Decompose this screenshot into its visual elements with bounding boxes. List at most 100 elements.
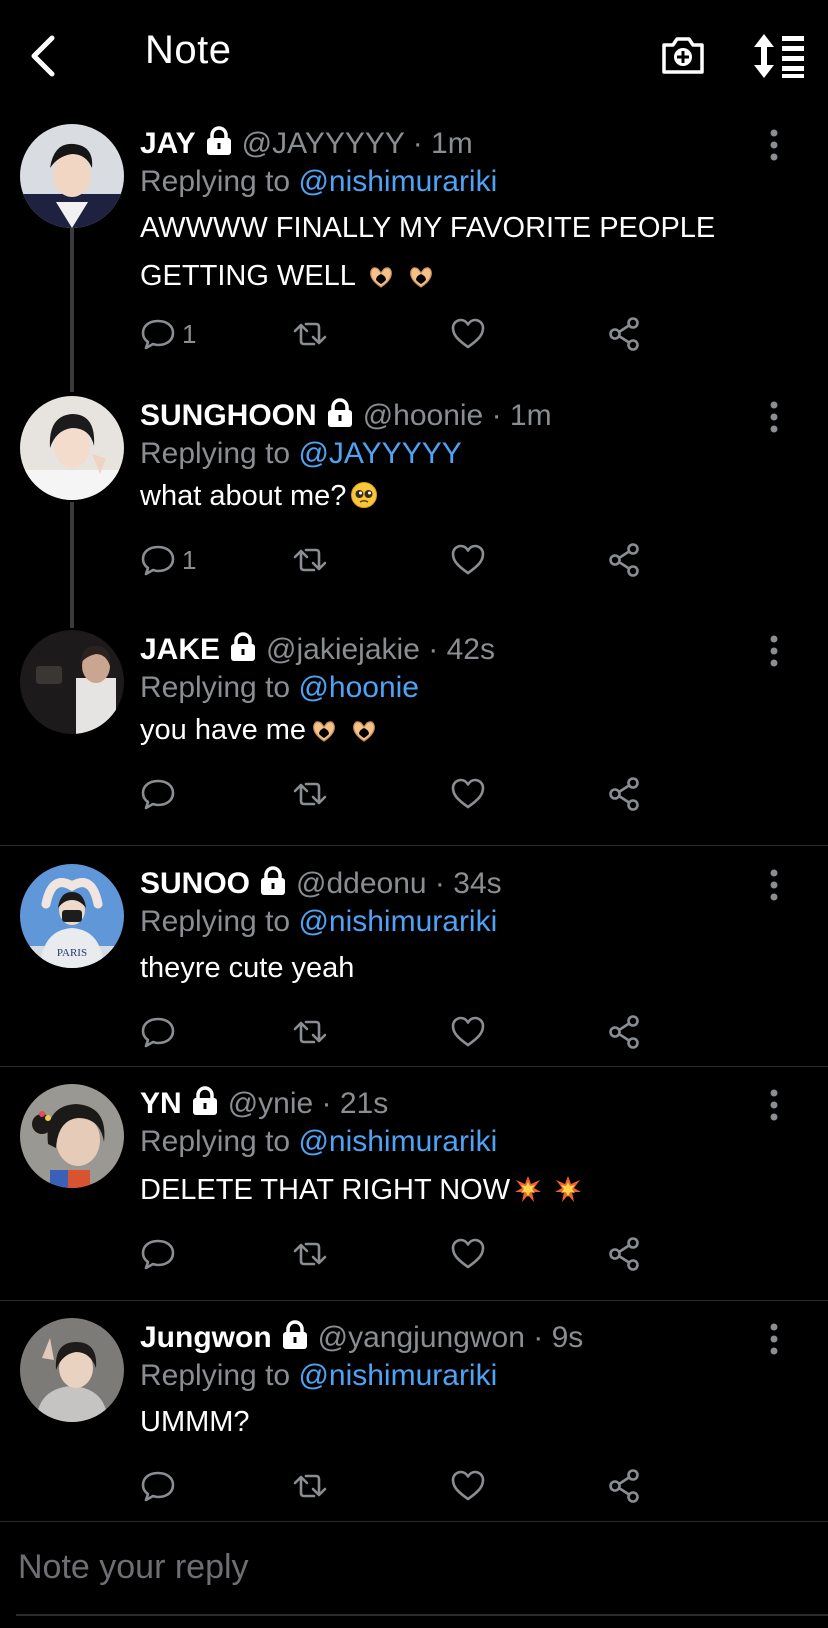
text-line: AWWWW FINALLY MY FAVORITE PEOPLE (140, 212, 716, 244)
more-options-button[interactable] (762, 128, 786, 162)
heart-icon (451, 544, 485, 575)
user-handle[interactable]: @JAYYYYY (242, 127, 405, 160)
retweet-button[interactable] (292, 1012, 328, 1052)
user-handle[interactable]: @yangjungwon (318, 1321, 525, 1354)
user-handle[interactable]: @jakiejakie (266, 633, 420, 666)
reply-button[interactable] (140, 1466, 182, 1506)
reply-post[interactable]: JAY @JAYYYYY · 1m Replying to @nishimurar… (0, 124, 828, 370)
reply-post[interactable]: SUNGHOON @hoonie · 1m Replying to @JAYYYY… (0, 396, 828, 596)
display-name[interactable]: SUNOO (140, 867, 250, 900)
avatar[interactable]: PARIS (20, 864, 124, 968)
reply-input[interactable] (16, 1536, 800, 1598)
lock-icon (190, 1086, 220, 1116)
like-button[interactable] (450, 774, 486, 814)
replying-to: Replying to @nishimurariki (140, 162, 497, 202)
retweet-button[interactable] (292, 774, 328, 814)
post-actions (140, 1234, 680, 1274)
share-button[interactable] (606, 314, 642, 354)
display-name[interactable]: YN (140, 1087, 182, 1120)
share-button[interactable] (606, 774, 642, 814)
retweet-button[interactable] (292, 314, 328, 354)
reply-composer (0, 1522, 828, 1628)
replying-to-label: Replying to (140, 905, 291, 938)
separator-dot: · (412, 127, 423, 160)
post-actions: 1 (140, 540, 680, 580)
avatar[interactable] (20, 124, 124, 228)
reply-post[interactable]: YN @ynie · 21s Replying to @nishimurariki… (0, 1084, 828, 1274)
camera-plus-icon (662, 37, 704, 74)
reply-post[interactable]: PARIS SUNOO @ddeonu · 34s Replying to @ni… (0, 864, 828, 1049)
comment-icon (141, 779, 175, 810)
text-line-2: GETTING WELL (140, 252, 715, 304)
reply-button[interactable]: 1 (140, 314, 196, 354)
mention-link[interactable]: @nishimurariki (298, 905, 497, 938)
pleading-face-emoji (350, 476, 378, 524)
like-button[interactable] (450, 1012, 486, 1052)
share-button[interactable] (606, 540, 642, 580)
display-name[interactable]: SUNGHOON (140, 399, 317, 432)
retweet-icon (293, 1242, 327, 1266)
like-button[interactable] (450, 540, 486, 580)
more-options-button[interactable] (762, 1322, 786, 1356)
more-options-button[interactable] (762, 1088, 786, 1122)
replying-to: Replying to @JAYYYYY (140, 434, 462, 474)
heart-hands-emoji (350, 710, 378, 758)
avatar[interactable] (20, 630, 124, 734)
user-handle[interactable]: @hoonie (363, 399, 484, 432)
sort-button[interactable] (752, 34, 806, 78)
retweet-button[interactable] (292, 1466, 328, 1506)
mention-link[interactable]: @hoonie (298, 671, 419, 704)
replying-to: Replying to @nishimurariki (140, 1356, 497, 1396)
retweet-button[interactable] (292, 540, 328, 580)
reply-post[interactable]: Jungwon @yangjungwon · 9s Replying to @ni… (0, 1318, 828, 1503)
separator-dot: · (491, 399, 502, 432)
more-vertical-icon (770, 1323, 778, 1355)
display-name[interactable]: JAY (140, 127, 196, 160)
divider (0, 1066, 828, 1067)
text-content: DELETE THAT RIGHT NOW (140, 1174, 511, 1206)
more-options-button[interactable] (762, 868, 786, 902)
like-button[interactable] (450, 1234, 486, 1274)
post-header: SUNOO @ddeonu · 34s (140, 864, 502, 904)
avatar[interactable] (20, 1084, 124, 1188)
reply-button[interactable]: 1 (140, 540, 196, 580)
post-actions (140, 774, 680, 814)
replying-to: Replying to @nishimurariki (140, 902, 497, 942)
reply-button[interactable] (140, 1012, 182, 1052)
mention-link[interactable]: @nishimurariki (298, 1359, 497, 1392)
avatar[interactable] (20, 396, 124, 500)
camera-button[interactable] (660, 32, 706, 78)
post-text: UMMM? (140, 1398, 250, 1446)
display-name[interactable]: JAKE (140, 633, 220, 666)
share-button[interactable] (606, 1466, 642, 1506)
sort-list-icon (754, 34, 804, 78)
avatar[interactable] (20, 1318, 124, 1422)
retweet-button[interactable] (292, 1234, 328, 1274)
divider (0, 1300, 828, 1301)
display-name[interactable]: Jungwon (140, 1321, 272, 1354)
reply-button[interactable] (140, 774, 182, 814)
more-options-button[interactable] (762, 634, 786, 668)
share-button[interactable] (606, 1234, 642, 1274)
more-options-button[interactable] (762, 400, 786, 434)
share-icon (609, 1237, 639, 1271)
user-handle[interactable]: @ddeonu (296, 867, 427, 900)
comment-icon (141, 319, 175, 350)
post-actions: 1 (140, 314, 680, 354)
reply-button[interactable] (140, 1234, 182, 1274)
more-vertical-icon (770, 869, 778, 901)
mention-link[interactable]: @nishimurariki (298, 165, 497, 198)
replying-to-label: Replying to (140, 1125, 291, 1158)
lock-icon (204, 126, 234, 156)
like-button[interactable] (450, 314, 486, 354)
replying-to-label: Replying to (140, 671, 291, 704)
user-handle[interactable]: @ynie (228, 1087, 314, 1120)
reply-post[interactable]: JAKE @jakiejakie · 42s Replying to @hooni… (0, 630, 828, 830)
replying-to-label: Replying to (140, 1359, 291, 1392)
mention-link[interactable]: @JAYYYYY (298, 437, 461, 470)
back-button[interactable] (24, 32, 64, 80)
share-button[interactable] (606, 1012, 642, 1052)
like-button[interactable] (450, 1466, 486, 1506)
post-actions (140, 1466, 680, 1506)
mention-link[interactable]: @nishimurariki (298, 1125, 497, 1158)
